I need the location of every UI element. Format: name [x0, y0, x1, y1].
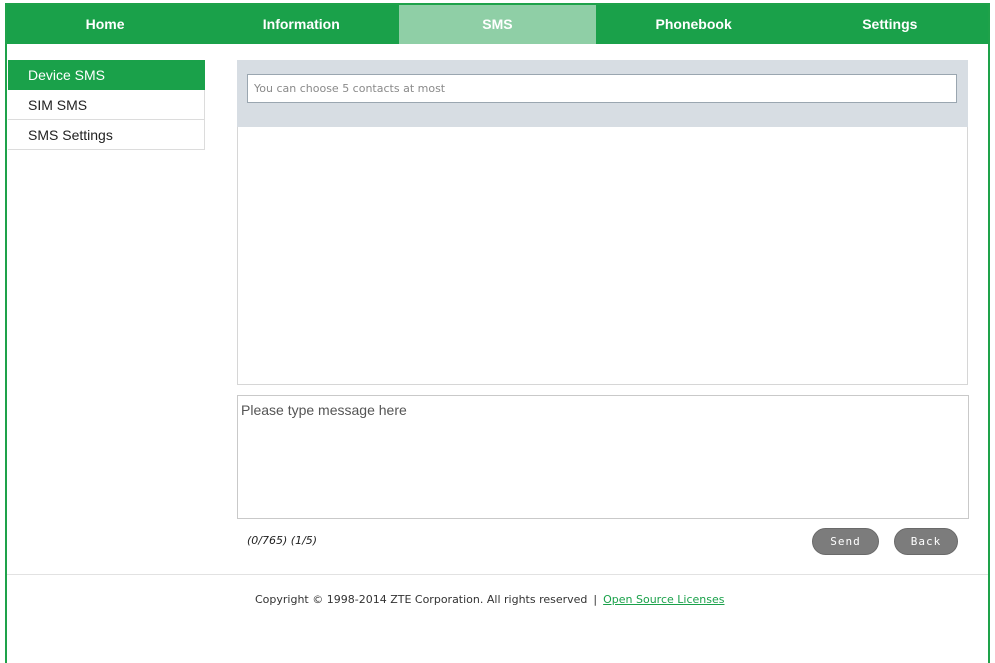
open-source-licenses-link[interactable]: Open Source Licenses — [603, 593, 724, 606]
character-counter: (0/765) (1/5) — [247, 534, 318, 547]
sidebar-item-device-sms[interactable]: Device SMS — [8, 60, 205, 90]
tab-phonebook[interactable]: Phonebook — [596, 5, 792, 44]
sidebar: Device SMS SIM SMS SMS Settings — [8, 60, 205, 150]
back-button[interactable]: Back — [894, 528, 958, 555]
tab-sms[interactable]: SMS — [399, 5, 596, 44]
tab-home[interactable]: Home — [7, 5, 203, 44]
copyright-text: Copyright © 1998-2014 ZTE Corporation. A… — [255, 593, 588, 606]
footer-divider — [7, 574, 988, 575]
top-nav: Home Information SMS Phonebook Settings — [7, 5, 988, 44]
recipient-bar — [237, 60, 968, 127]
footer-separator: | — [593, 593, 598, 606]
app-frame: Home Information SMS Phonebook Settings … — [5, 3, 990, 663]
message-input[interactable] — [237, 395, 969, 519]
conversation-area — [237, 127, 968, 385]
tab-settings[interactable]: Settings — [792, 5, 988, 44]
sidebar-item-sms-settings[interactable]: SMS Settings — [8, 120, 205, 150]
recipient-input[interactable] — [247, 74, 957, 103]
footer: Copyright © 1998-2014 ZTE Corporation. A… — [255, 593, 724, 606]
sidebar-item-sim-sms[interactable]: SIM SMS — [8, 90, 205, 120]
send-button[interactable]: Send — [812, 528, 879, 555]
tab-information[interactable]: Information — [203, 5, 399, 44]
